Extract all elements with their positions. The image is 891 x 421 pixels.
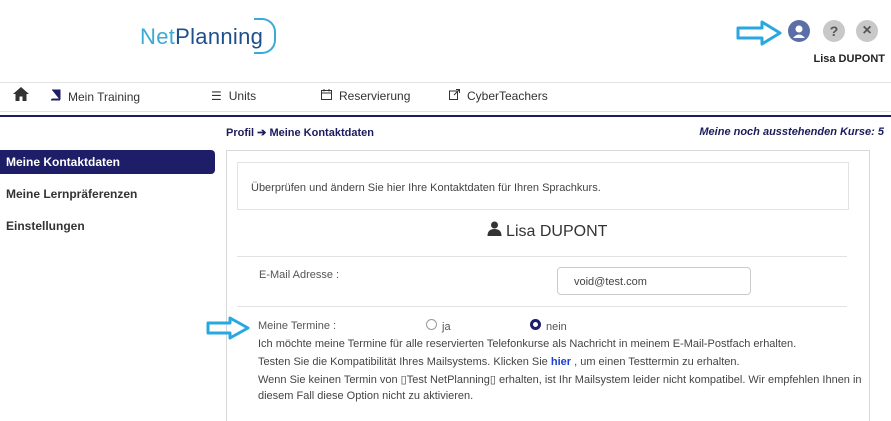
test-mail-link[interactable]: hier <box>551 356 571 368</box>
calendar-icon <box>321 89 332 103</box>
help-icon[interactable]: ? <box>823 20 845 42</box>
nav-label: Mein Training <box>68 89 141 104</box>
email-label: E-Mail Adresse : <box>259 269 340 281</box>
user-icon <box>487 221 506 240</box>
user-name: Lisa DUPONT <box>506 223 608 240</box>
user-name-heading: Lisa DUPONT <box>227 221 867 241</box>
nav-label: Reservierung <box>339 89 411 103</box>
divider <box>237 306 847 307</box>
info-box: Überprüfen und ändern Sie hier Ihre Kont… <box>237 162 849 210</box>
sidebar-item-kontaktdaten[interactable]: Meine Kontaktdaten <box>0 150 215 174</box>
termine-label: Meine Termine : <box>258 320 337 332</box>
test-mail-text: Testen Sie die Kompatibilität Ihres Mail… <box>258 356 551 368</box>
home-icon[interactable] <box>12 86 30 102</box>
breadcrumb: Profil ➔ Meine Kontaktdaten <box>226 127 374 139</box>
book-icon <box>50 89 61 104</box>
test-mail-text-end: , um einen Testtermin zu erhalten. <box>571 356 740 368</box>
compat-warning-end: diesem Fall diese Option nicht zu aktivi… <box>258 390 474 402</box>
arrow-pointer-icon <box>736 20 782 46</box>
compat-warning: Wenn Sie keinen Termin von ▯Test NetPlan… <box>258 374 862 386</box>
close-icon[interactable]: × <box>856 20 878 42</box>
username: Lisa DUPONT <box>813 53 885 65</box>
logo-part1: Net <box>140 24 176 49</box>
radio-nein-label[interactable]: nein <box>546 321 567 333</box>
sidebar: Meine Kontaktdaten Meine Lernpräferenzen… <box>0 150 215 246</box>
nav-label: Units <box>228 89 257 103</box>
external-link-icon <box>449 89 460 103</box>
nav-reservierung[interactable]: Reservierung <box>321 89 410 103</box>
radio-ja[interactable] <box>426 319 437 330</box>
radio-ja-label[interactable]: ja <box>442 321 451 333</box>
nav-divider <box>0 115 891 117</box>
profile-icon[interactable] <box>788 20 810 42</box>
test-mail-hint: Testen Sie die Kompatibilität Ihres Mail… <box>258 356 740 368</box>
main-nav: Mein Training ☰ Units Reservierung Cyber… <box>0 82 891 112</box>
termine-description: Ich möchte meine Termine für alle reserv… <box>258 338 797 350</box>
sidebar-item-lernpraeferenzen[interactable]: Meine Lernpräferenzen <box>0 182 215 206</box>
nav-units[interactable]: ☰ Units <box>211 89 256 103</box>
sidebar-item-einstellungen[interactable]: Einstellungen <box>0 214 215 238</box>
nav-cyberteachers[interactable]: CyberTeachers <box>449 89 548 103</box>
divider <box>237 256 847 257</box>
logo-bubble <box>254 18 276 54</box>
netplanning-logo[interactable]: NetPlanning <box>136 10 276 60</box>
pending-courses[interactable]: Meine noch ausstehenden Kurse: 5 <box>699 126 884 138</box>
info-text: Überprüfen und ändern Sie hier Ihre Kont… <box>251 182 601 194</box>
nav-label: CyberTeachers <box>467 89 548 103</box>
arrow-pointer-icon <box>206 316 250 340</box>
list-icon: ☰ <box>211 89 222 103</box>
radio-nein[interactable] <box>530 319 541 330</box>
logo-part2: Planning <box>175 24 264 49</box>
header: NetPlanning ? × Lisa DUPONT <box>0 0 891 72</box>
nav-mein-training[interactable]: Mein Training <box>50 89 140 104</box>
email-field[interactable]: void@test.com <box>557 267 751 295</box>
